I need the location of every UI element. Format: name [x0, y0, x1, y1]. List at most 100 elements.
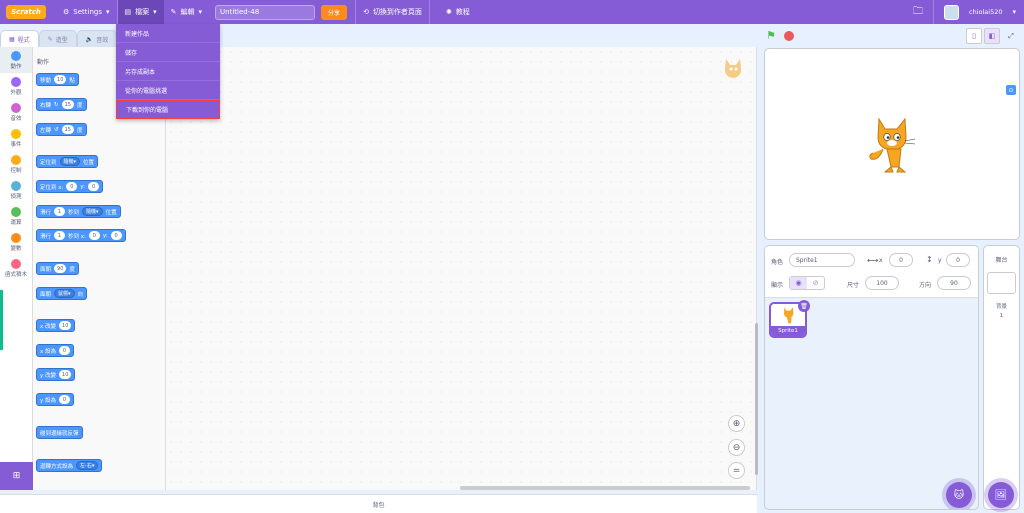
trash-icon: 🗑 — [800, 302, 808, 310]
block-input[interactable]: 0 — [88, 231, 100, 240]
category-sensing[interactable]: 偵測 — [0, 177, 32, 203]
stop-icon[interactable] — [784, 31, 794, 41]
fullscreen-button[interactable]: ⤢ — [1003, 28, 1019, 44]
category-sound[interactable]: 音效 — [0, 99, 32, 125]
direction-input[interactable]: 90 — [937, 276, 971, 290]
show-visible-button[interactable]: ◉ — [790, 277, 807, 289]
menu-item-download[interactable]: 下載到你的電腦 — [116, 100, 220, 119]
see-project-page-button[interactable]: ⟲ 切換到作者頁面 — [356, 0, 429, 24]
rotate-left-icon: ↺ — [54, 126, 59, 133]
share-button[interactable]: 分享 — [321, 4, 348, 20]
choose-backdrop-button[interactable]: 🖼 — [988, 482, 1014, 508]
horizontal-scrollbar[interactable] — [460, 486, 750, 490]
category-label: 動作 — [10, 63, 22, 70]
block-point-towards[interactable]: 面朝 鼠標 ▾ 向 — [36, 287, 88, 300]
block-input[interactable]: 0 — [88, 182, 100, 191]
vertical-scrollbar[interactable] — [755, 323, 758, 475]
block-input[interactable]: 0 — [66, 182, 78, 191]
block-input[interactable]: 0 — [59, 346, 71, 355]
block-change-y[interactable]: y 改變 10 — [36, 368, 76, 381]
menu-item-save[interactable]: 儲存 — [116, 43, 220, 62]
scratch-logo[interactable]: Scratch — [6, 5, 46, 19]
file-menu[interactable]: ▤ 檔案 ▾ — [117, 0, 164, 24]
cat-sprite[interactable] — [865, 115, 921, 175]
zoom-in-button[interactable]: ⊕ — [728, 415, 745, 432]
block-input[interactable]: 1 — [54, 231, 66, 240]
delete-sprite-button[interactable]: 🗑 — [798, 300, 810, 312]
block-goto-xy[interactable]: 定位到 x: 0 y: 0 — [36, 180, 104, 193]
block-rotation-style[interactable]: 迴轉方式設為 左-右 ▾ — [36, 459, 103, 472]
block-point-direction[interactable]: 面朝 90 度 — [36, 262, 79, 275]
block-input[interactable]: 15 — [61, 125, 74, 134]
small-stage-button[interactable]: ▯ — [966, 28, 982, 44]
block-bounce[interactable]: 碰到邊緣就反彈 — [36, 426, 83, 439]
cat-add-icon: 🐱 — [953, 489, 965, 501]
block-input[interactable]: 15 — [61, 100, 74, 109]
category-variables[interactable]: 變數 — [0, 229, 32, 255]
size-input[interactable]: 100 — [865, 276, 899, 290]
script-workspace[interactable]: ⊕ ⊖ = — [166, 47, 758, 490]
chevron-down-icon: ▾ — [198, 8, 203, 16]
x-label: x — [879, 257, 883, 264]
y-input[interactable]: 0 — [946, 253, 970, 267]
backpack-bar[interactable]: 背包 — [0, 494, 757, 513]
avatar[interactable] — [944, 4, 959, 20]
tutorials-button[interactable]: ✺ 教程 — [430, 0, 477, 24]
x-input[interactable]: 0 — [889, 253, 913, 267]
category-my-blocks[interactable]: 函式積木 — [0, 255, 32, 281]
block-change-x[interactable]: x 改變 10 — [36, 319, 76, 332]
block-set-x[interactable]: x 設為 0 — [36, 344, 75, 357]
block-dropdown[interactable]: 鼠標 ▾ — [54, 289, 75, 298]
block-goto[interactable]: 定位到 隨機 ▾ 位置 — [36, 155, 99, 168]
zoom-out-button[interactable]: ⊖ — [728, 439, 745, 456]
username[interactable]: chiolai520 — [969, 8, 1002, 16]
block-move[interactable]: 移動 10 點 — [36, 73, 79, 86]
tab-sounds[interactable]: 🔈 音效 — [76, 30, 118, 47]
show-hidden-button[interactable]: ⊘ — [807, 277, 824, 289]
choose-sprite-button[interactable]: 🐱 — [946, 482, 972, 508]
sprite-name-input[interactable]: Sprite1 — [789, 253, 855, 267]
stage-selector[interactable]: 舞台 背景 1 🖼 — [983, 245, 1020, 510]
large-stage-button[interactable]: ◧ — [984, 28, 1000, 44]
block-input[interactable]: 0 — [110, 231, 122, 240]
category-operators[interactable]: 運算 — [0, 203, 32, 229]
block-turn-left[interactable]: 左轉 ↺ 15 度 — [36, 123, 87, 136]
green-flag-icon[interactable]: ⚑ — [766, 29, 776, 42]
block-turn-right[interactable]: 右轉 ↻ 15 度 — [36, 98, 87, 111]
block-input[interactable]: 0 — [59, 395, 71, 404]
category-control[interactable]: 控制 — [0, 151, 32, 177]
menu-item-load[interactable]: 從你的電腦挑選 — [116, 81, 220, 100]
block-set-y[interactable]: y 設為 0 — [36, 393, 75, 406]
zoom-reset-button[interactable]: = — [728, 462, 745, 479]
block-input[interactable]: 1 — [54, 207, 66, 216]
edit-menu[interactable]: ✎ 編輯 ▾ — [164, 0, 209, 24]
category-label: 外觀 — [10, 89, 22, 96]
folder-icon[interactable]: 🗀 — [913, 4, 923, 21]
menu-item-save-copy[interactable]: 另存成副本 — [116, 62, 220, 81]
y-label: y — [938, 257, 942, 264]
tab-costumes[interactable]: ✎ 造型 — [38, 30, 77, 47]
block-glide-xy[interactable]: 滑行 1 秒到 x: 0 y: 0 — [36, 229, 126, 242]
chevron-down-icon[interactable]: ▾ — [1012, 8, 1016, 16]
category-events[interactable]: 事件 — [0, 125, 32, 151]
add-extension-button[interactable]: ⊞ — [0, 462, 33, 490]
block-input[interactable]: 90 — [54, 264, 67, 273]
block-dropdown[interactable]: 左-右 ▾ — [76, 461, 99, 470]
backdrop-thumbnail[interactable] — [987, 272, 1016, 294]
tab-code[interactable]: ▦ 程式 — [0, 30, 39, 47]
settings-menu[interactable]: ⚙ Settings ▾ — [56, 0, 117, 24]
block-glide-to[interactable]: 滑行 1 秒到 隨機 ▾ 位置 — [36, 205, 121, 218]
category-looks[interactable]: 外觀 — [0, 73, 32, 99]
block-dropdown[interactable]: 隨機 ▾ — [59, 157, 81, 166]
file-menu-label: 檔案 — [135, 8, 150, 16]
category-motion[interactable]: 動作 — [0, 47, 32, 73]
menu-item-new[interactable]: 新建作品 — [116, 24, 220, 43]
video-sensing-icon[interactable]: ⊙ — [1006, 85, 1016, 95]
block-input[interactable]: 10 — [59, 370, 72, 379]
block-input[interactable]: 10 — [59, 321, 72, 330]
block-dropdown[interactable]: 隨機 ▾ — [82, 207, 103, 216]
project-title-input[interactable]: Untitled-48 — [215, 4, 316, 20]
stage[interactable]: ⊙ — [764, 48, 1020, 240]
block-input[interactable]: 10 — [54, 75, 67, 84]
size-label: 尺寸 — [847, 282, 860, 289]
